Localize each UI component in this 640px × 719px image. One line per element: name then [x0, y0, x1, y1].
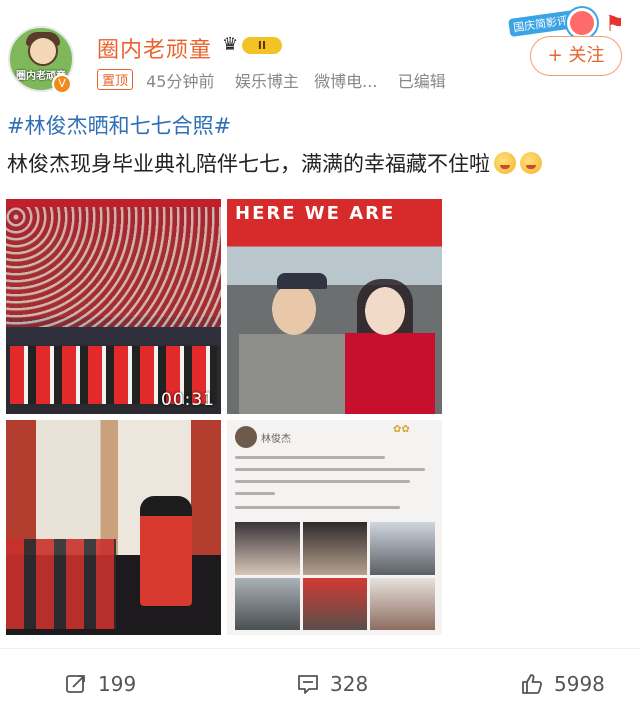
verified-icon: V: [52, 74, 72, 94]
topic-hashtag[interactable]: #林俊杰晒和七七合照#: [7, 110, 640, 140]
follow-button[interactable]: + 关注: [530, 36, 622, 76]
text-line: [235, 456, 385, 459]
mini-photo: [370, 522, 435, 575]
smile-emoji-icon: [494, 152, 516, 174]
level-label: II: [242, 37, 282, 54]
photo-screenshot[interactable]: 林俊杰 ✿✿: [227, 420, 442, 635]
photo-stage[interactable]: [6, 420, 221, 635]
post-meta: 置顶 45分钟前 娱乐博主 微博电... 已编辑: [97, 68, 446, 92]
smile-emoji-icon-2: [520, 152, 542, 174]
like-count: 5998: [554, 672, 605, 696]
thumbs-up-icon: [522, 674, 543, 694]
media-grid: 00:31 HERE WE ARE 林俊杰 ✿✿: [6, 199, 442, 635]
avatar-face: [28, 36, 58, 66]
comment-button[interactable]: 328: [296, 669, 368, 699]
comment-count: 328: [330, 672, 369, 696]
post-source[interactable]: 微博电...: [314, 72, 377, 91]
repost-count: 199: [98, 672, 137, 696]
video-duration: 00:31: [161, 390, 215, 410]
video-thumbnail[interactable]: 00:31: [6, 199, 221, 414]
repost-button[interactable]: 199: [64, 669, 136, 699]
mini-photo: [302, 577, 368, 630]
mini-photo: [235, 522, 300, 575]
mini-photo: [370, 577, 435, 630]
text-line: [235, 506, 400, 509]
text-line: [235, 492, 275, 495]
post-text-content: 林俊杰现身毕业典礼陪伴七七，满满的幸福藏不住啦: [7, 152, 490, 176]
mini-sticker-icon: ✿✿: [393, 424, 410, 435]
mini-photo: [302, 522, 368, 575]
audience-graphic: [6, 539, 116, 629]
pinned-badge: 置顶: [97, 69, 134, 90]
crowd-graphic: [6, 207, 221, 327]
cap-graphic: [277, 273, 327, 289]
post-body: #林俊杰晒和七七合照# 林俊杰现身毕业典礼陪伴七七，满满的幸福藏不住啦: [7, 110, 640, 178]
mini-avatar: [235, 426, 257, 448]
flag-icon: ⚑: [605, 12, 625, 37]
repost-icon: [66, 675, 85, 693]
person-left: [239, 269, 349, 414]
crown-icon: ♛: [222, 34, 239, 55]
eye-mascot-icon: [567, 8, 597, 38]
author-role: 娱乐博主: [234, 72, 299, 91]
post-header: 圈内老顽童 V 圈内老顽童 ♛ II 置顶 45分钟前 娱乐博主 微博电... …: [0, 0, 640, 108]
action-bar: 199 328 5998: [0, 648, 640, 718]
building-sign: HERE WE ARE: [235, 203, 396, 224]
mini-photo-grid: [235, 522, 435, 630]
text-line: [235, 468, 425, 471]
level-badge[interactable]: ♛ II: [222, 34, 282, 56]
edited-label: 已编辑: [397, 72, 446, 91]
mini-name: 林俊杰: [261, 434, 291, 445]
post-time: 45分钟前: [146, 72, 215, 91]
person-right: [345, 283, 435, 414]
author-name[interactable]: 圈内老顽童: [97, 32, 212, 64]
comment-icon: [298, 675, 318, 694]
mini-photo: [235, 577, 300, 630]
like-button[interactable]: 5998: [520, 669, 605, 699]
photo-selfie[interactable]: HERE WE ARE: [227, 199, 442, 414]
post-text: 林俊杰现身毕业典礼陪伴七七，满满的幸福藏不住啦: [7, 148, 640, 178]
text-line: [235, 480, 410, 483]
graduate-graphic: [140, 496, 192, 606]
